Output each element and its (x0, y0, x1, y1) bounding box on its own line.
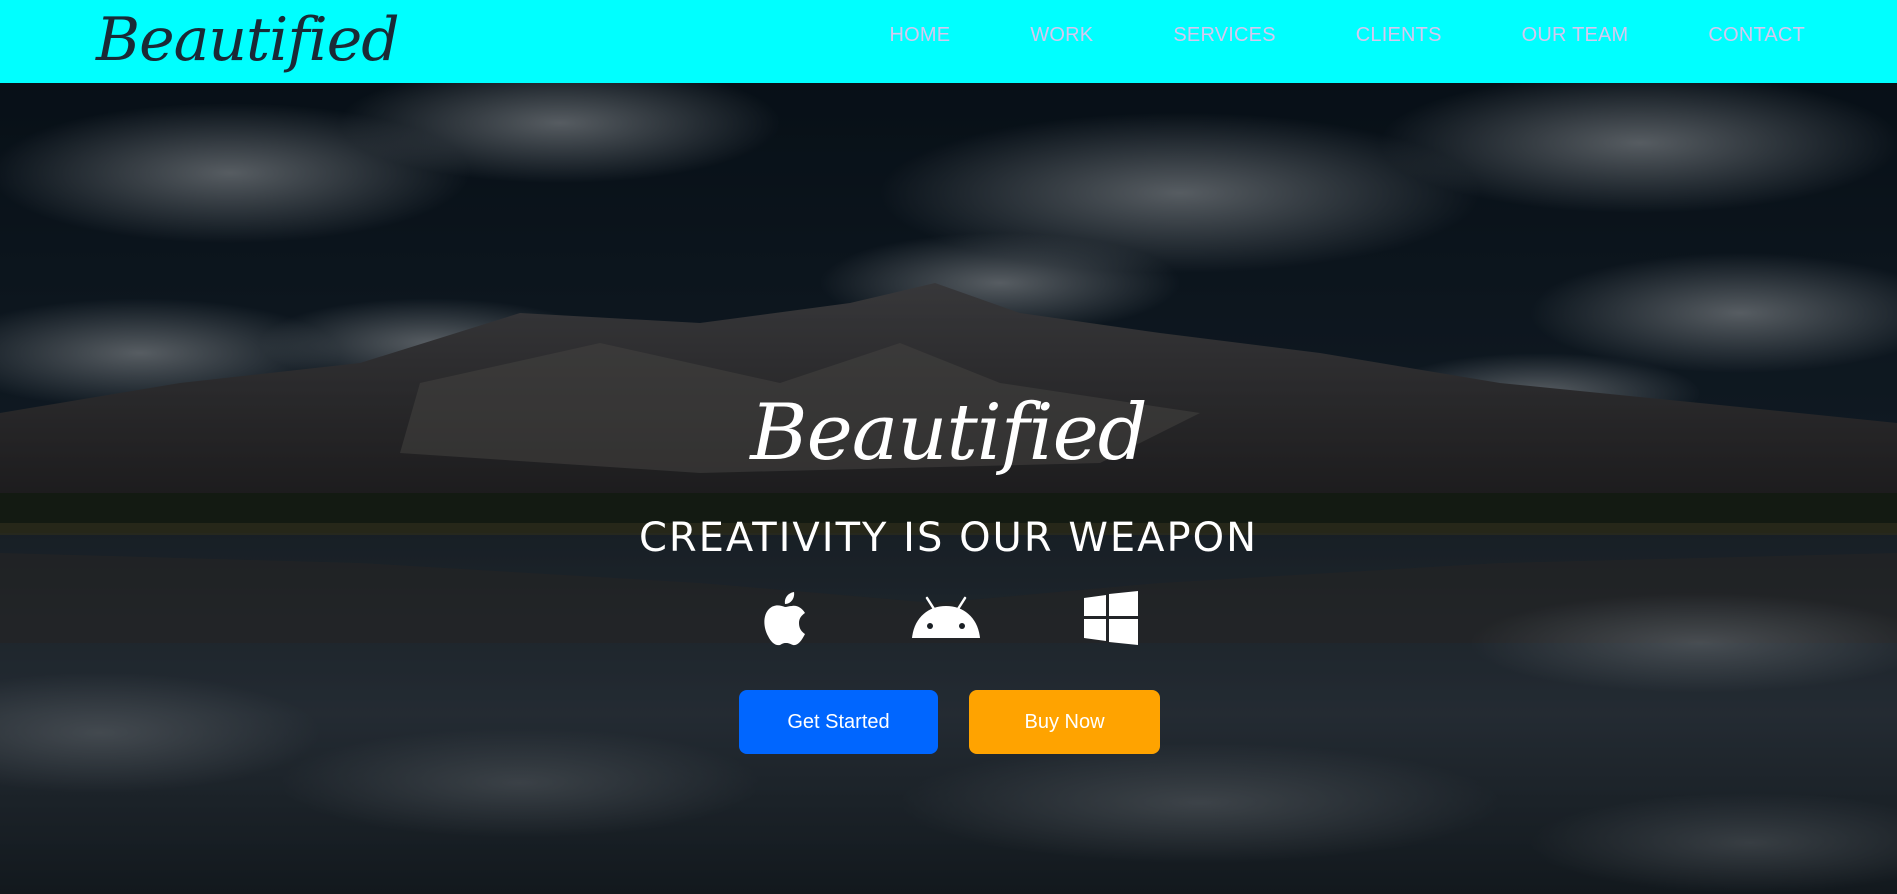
nav-item-work[interactable]: WORK (1030, 24, 1093, 47)
hero-section: Beautified CREATIVITY IS OUR WEAPON Get … (0, 83, 1897, 894)
buy-now-button[interactable]: Buy Now (969, 690, 1160, 754)
apple-icon[interactable] (760, 587, 810, 649)
nav-item-services[interactable]: SERVICES (1173, 24, 1275, 47)
windows-icon[interactable] (1083, 587, 1139, 649)
nav-item-our-team[interactable]: OUR TEAM (1522, 24, 1629, 47)
nav-item-clients[interactable]: CLIENTS (1356, 24, 1442, 47)
landing-page: Beautified HOME WORK SERVICES CLIENTS OU… (0, 0, 1897, 894)
top-navbar: Beautified HOME WORK SERVICES CLIENTS OU… (0, 0, 1897, 83)
nav-item-contact[interactable]: CONTACT (1708, 24, 1805, 47)
nav-item-home[interactable]: HOME (890, 24, 951, 47)
main-nav: HOME WORK SERVICES CLIENTS OUR TEAM CONT… (890, 0, 1805, 70)
brand-logo[interactable]: Beautified (96, 2, 400, 78)
hero-title: Beautified (750, 388, 1147, 478)
get-started-button[interactable]: Get Started (739, 690, 938, 754)
hero-content: Beautified CREATIVITY IS OUR WEAPON Get … (0, 83, 1897, 894)
android-icon[interactable] (910, 587, 982, 649)
hero-tagline: CREATIVITY IS OUR WEAPON (638, 515, 1259, 561)
